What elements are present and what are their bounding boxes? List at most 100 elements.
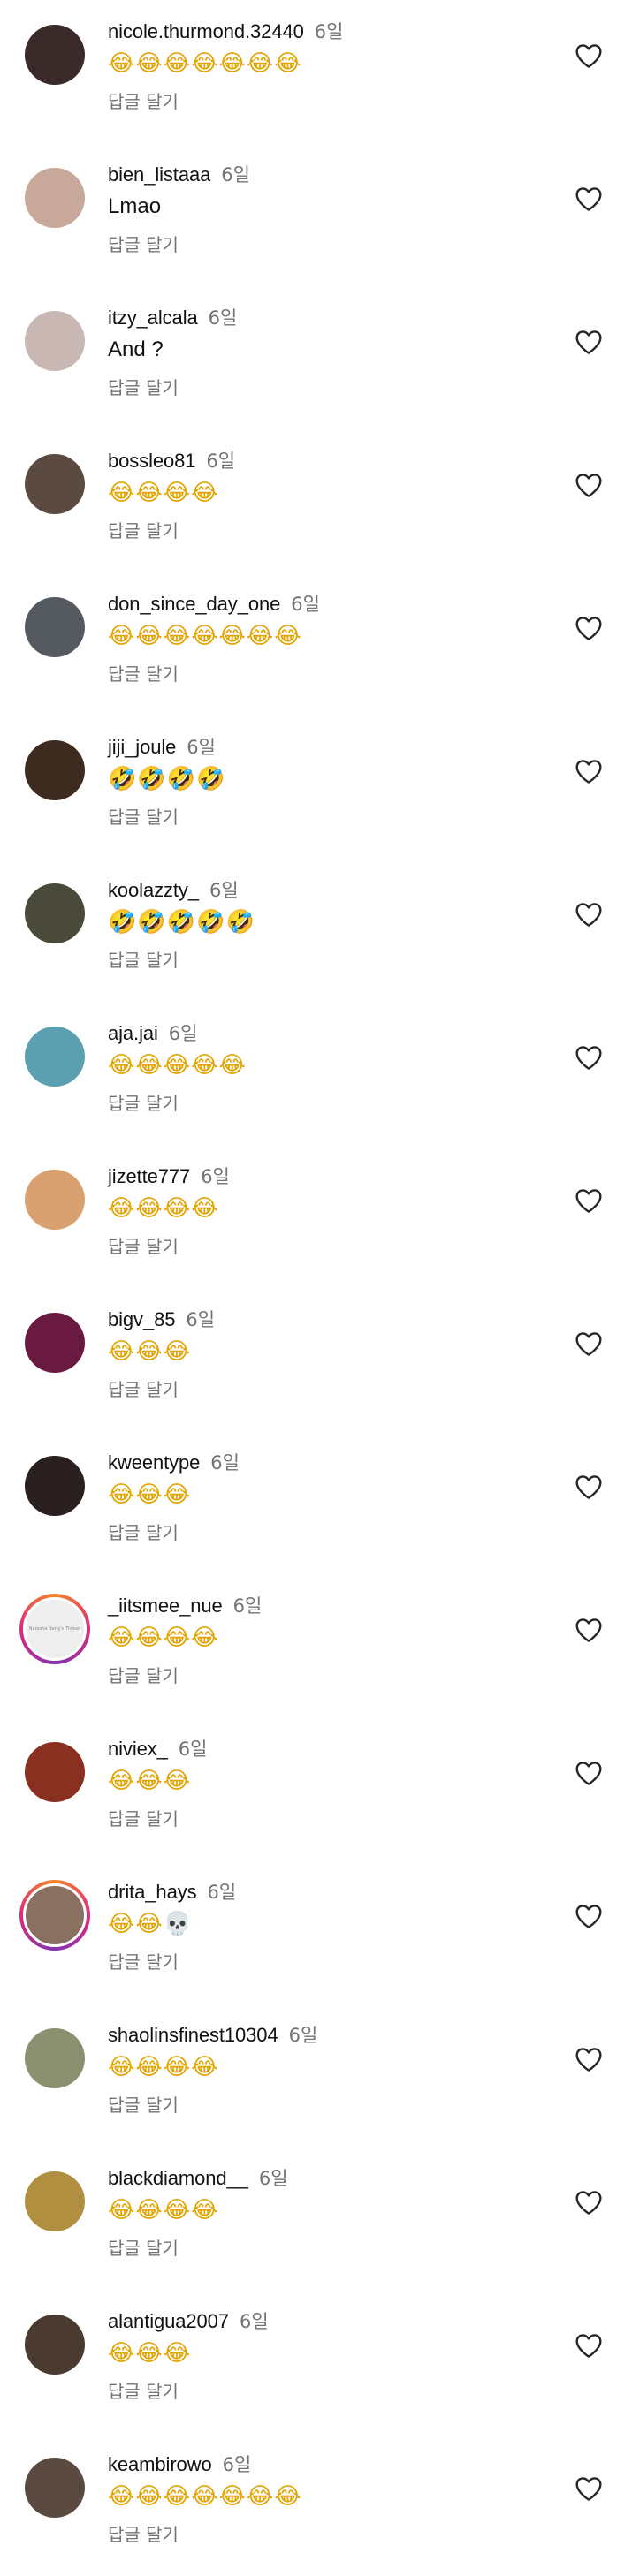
like-button[interactable] bbox=[575, 2332, 603, 2359]
like-button[interactable] bbox=[575, 2189, 603, 2216]
comment-meta: jiji_joule 6일 bbox=[108, 733, 561, 760]
comment-item: keambirowo 6일 😂😂😂😂😂😂😂 답글 달기 bbox=[0, 2433, 632, 2576]
like-button[interactable] bbox=[575, 186, 603, 212]
like-button[interactable] bbox=[575, 615, 603, 641]
like-button[interactable] bbox=[575, 901, 603, 928]
reply-button[interactable]: 답글 달기 bbox=[108, 1805, 179, 1830]
comment-timestamp: 6일 bbox=[207, 1882, 237, 1903]
like-button[interactable] bbox=[575, 1617, 603, 1643]
avatar[interactable] bbox=[25, 2171, 85, 2231]
reply-button[interactable]: 답글 달기 bbox=[108, 1375, 179, 1401]
heart-icon bbox=[575, 1046, 602, 1070]
like-button[interactable] bbox=[575, 42, 603, 69]
reply-button[interactable]: 답글 달기 bbox=[108, 374, 179, 399]
comment-username[interactable]: jizette777 bbox=[108, 1165, 190, 1188]
comment-username[interactable]: blackdiamond__ bbox=[108, 2167, 248, 2190]
avatar[interactable] bbox=[25, 311, 85, 371]
comment-content: koolazzty_ 6일 🤣🤣🤣🤣🤣 답글 달기 bbox=[108, 876, 561, 972]
comment-username[interactable]: drita_hays bbox=[108, 1881, 197, 1904]
comment-username[interactable]: kweentype bbox=[108, 1451, 200, 1474]
avatar[interactable] bbox=[25, 168, 85, 228]
reply-button[interactable]: 답글 달기 bbox=[108, 803, 179, 829]
heart-icon bbox=[575, 1475, 602, 1499]
reply-button[interactable]: 답글 달기 bbox=[108, 2377, 179, 2403]
comment-username[interactable]: bossleo81 bbox=[108, 450, 196, 473]
heart-icon bbox=[575, 187, 602, 211]
reply-button[interactable]: 답글 달기 bbox=[108, 1519, 179, 1544]
like-button[interactable] bbox=[575, 329, 603, 355]
like-button[interactable] bbox=[575, 2475, 603, 2502]
reply-button[interactable]: 답글 달기 bbox=[108, 2234, 179, 2260]
reply-button[interactable]: 답글 달기 bbox=[108, 1089, 179, 1115]
comment-list: nicole.thurmond.32440 6일 😂😂😂😂😂😂😂 답글 달기 b… bbox=[0, 0, 632, 2576]
avatar[interactable] bbox=[25, 1742, 85, 1802]
comment-content: jizette777 6일 😂😂😂😂 답글 달기 bbox=[108, 1163, 561, 1258]
comment-username[interactable]: alantigua2007 bbox=[108, 2310, 229, 2333]
heart-icon bbox=[575, 1332, 602, 1356]
comment-text: 🤣🤣🤣🤣🤣 bbox=[108, 909, 255, 936]
comment-timestamp: 6일 bbox=[239, 2311, 269, 2332]
heart-icon bbox=[575, 1762, 602, 1785]
avatar[interactable] bbox=[25, 1027, 85, 1087]
comment-meta: niviex_ 6일 bbox=[108, 1735, 561, 1762]
reply-button[interactable]: 답글 달기 bbox=[108, 1662, 179, 1687]
reply-button[interactable]: 답글 달기 bbox=[108, 87, 179, 113]
comment-username[interactable]: nicole.thurmond.32440 bbox=[108, 20, 304, 43]
avatar[interactable] bbox=[25, 2028, 85, 2088]
comment-text: 😂😂😂😂😂😂😂 bbox=[108, 623, 302, 649]
like-button[interactable] bbox=[575, 1474, 603, 1500]
comment-text: 😂😂😂 bbox=[108, 1481, 192, 1508]
reply-button[interactable]: 답글 달기 bbox=[108, 1232, 179, 1258]
reply-button[interactable]: 답글 달기 bbox=[108, 517, 179, 542]
comment-username[interactable]: bien_listaaa bbox=[108, 163, 210, 186]
avatar[interactable] bbox=[25, 25, 85, 85]
comment-content: shaolinsfinest10304 6일 😂😂😂😂 답글 달기 bbox=[108, 2021, 561, 2117]
comment-username[interactable]: keambirowo bbox=[108, 2453, 212, 2476]
avatar[interactable]: Natasha Nang's Thread bbox=[19, 1594, 90, 1664]
comment-content: niviex_ 6일 😂😂😂 답글 달기 bbox=[108, 1735, 561, 1830]
comment-username[interactable]: itzy_alcala bbox=[108, 307, 198, 330]
avatar[interactable] bbox=[19, 1880, 90, 1951]
comment-text: 😂😂😂😂😂 bbox=[108, 1052, 247, 1079]
avatar[interactable] bbox=[25, 2458, 85, 2518]
comment-meta: kweentype 6일 bbox=[108, 1449, 561, 1475]
comment-username[interactable]: jiji_joule bbox=[108, 736, 176, 759]
comment-timestamp: 6일 bbox=[187, 737, 216, 758]
reply-button[interactable]: 답글 달기 bbox=[108, 2091, 179, 2117]
comment-timestamp: 6일 bbox=[288, 2025, 318, 2046]
avatar[interactable] bbox=[25, 740, 85, 800]
comment-text: 😂😂😂 bbox=[108, 2340, 192, 2367]
like-button[interactable] bbox=[575, 1760, 603, 1786]
like-button[interactable] bbox=[575, 1187, 603, 1214]
comment-username[interactable]: niviex_ bbox=[108, 1738, 168, 1761]
reply-button[interactable]: 답글 달기 bbox=[108, 660, 179, 686]
comment-username[interactable]: koolazzty_ bbox=[108, 879, 199, 902]
like-button[interactable] bbox=[575, 2046, 603, 2072]
reply-button[interactable]: 답글 달기 bbox=[108, 1948, 179, 1974]
like-button[interactable] bbox=[575, 1903, 603, 1929]
avatar[interactable] bbox=[25, 597, 85, 657]
comment-meta: keambirowo 6일 bbox=[108, 2451, 561, 2477]
comment-item: alantigua2007 6일 😂😂😂 답글 달기 bbox=[0, 2290, 632, 2433]
avatar[interactable] bbox=[25, 883, 85, 943]
comment-text: Lmao bbox=[108, 194, 162, 218]
comment-username[interactable]: _iitsmee_nue bbox=[108, 1595, 223, 1618]
avatar[interactable] bbox=[25, 454, 85, 514]
like-button[interactable] bbox=[575, 1044, 603, 1071]
avatar[interactable] bbox=[25, 2315, 85, 2375]
comment-item: bien_listaaa 6일 Lmao 답글 달기 bbox=[0, 143, 632, 286]
reply-button[interactable]: 답글 달기 bbox=[108, 946, 179, 972]
avatar[interactable] bbox=[25, 1170, 85, 1230]
reply-button[interactable]: 답글 달기 bbox=[108, 231, 179, 256]
like-button[interactable] bbox=[575, 1330, 603, 1357]
comment-item: drita_hays 6일 😂😂💀 답글 달기 bbox=[0, 1860, 632, 2004]
comment-username[interactable]: don_since_day_one bbox=[108, 593, 280, 616]
avatar[interactable] bbox=[25, 1313, 85, 1373]
comment-username[interactable]: bigv_85 bbox=[108, 1308, 175, 1331]
like-button[interactable] bbox=[575, 472, 603, 498]
comment-username[interactable]: shaolinsfinest10304 bbox=[108, 2024, 278, 2047]
avatar[interactable] bbox=[25, 1456, 85, 1516]
reply-button[interactable]: 답글 달기 bbox=[108, 2520, 179, 2546]
like-button[interactable] bbox=[575, 758, 603, 784]
comment-username[interactable]: aja.jai bbox=[108, 1022, 158, 1045]
